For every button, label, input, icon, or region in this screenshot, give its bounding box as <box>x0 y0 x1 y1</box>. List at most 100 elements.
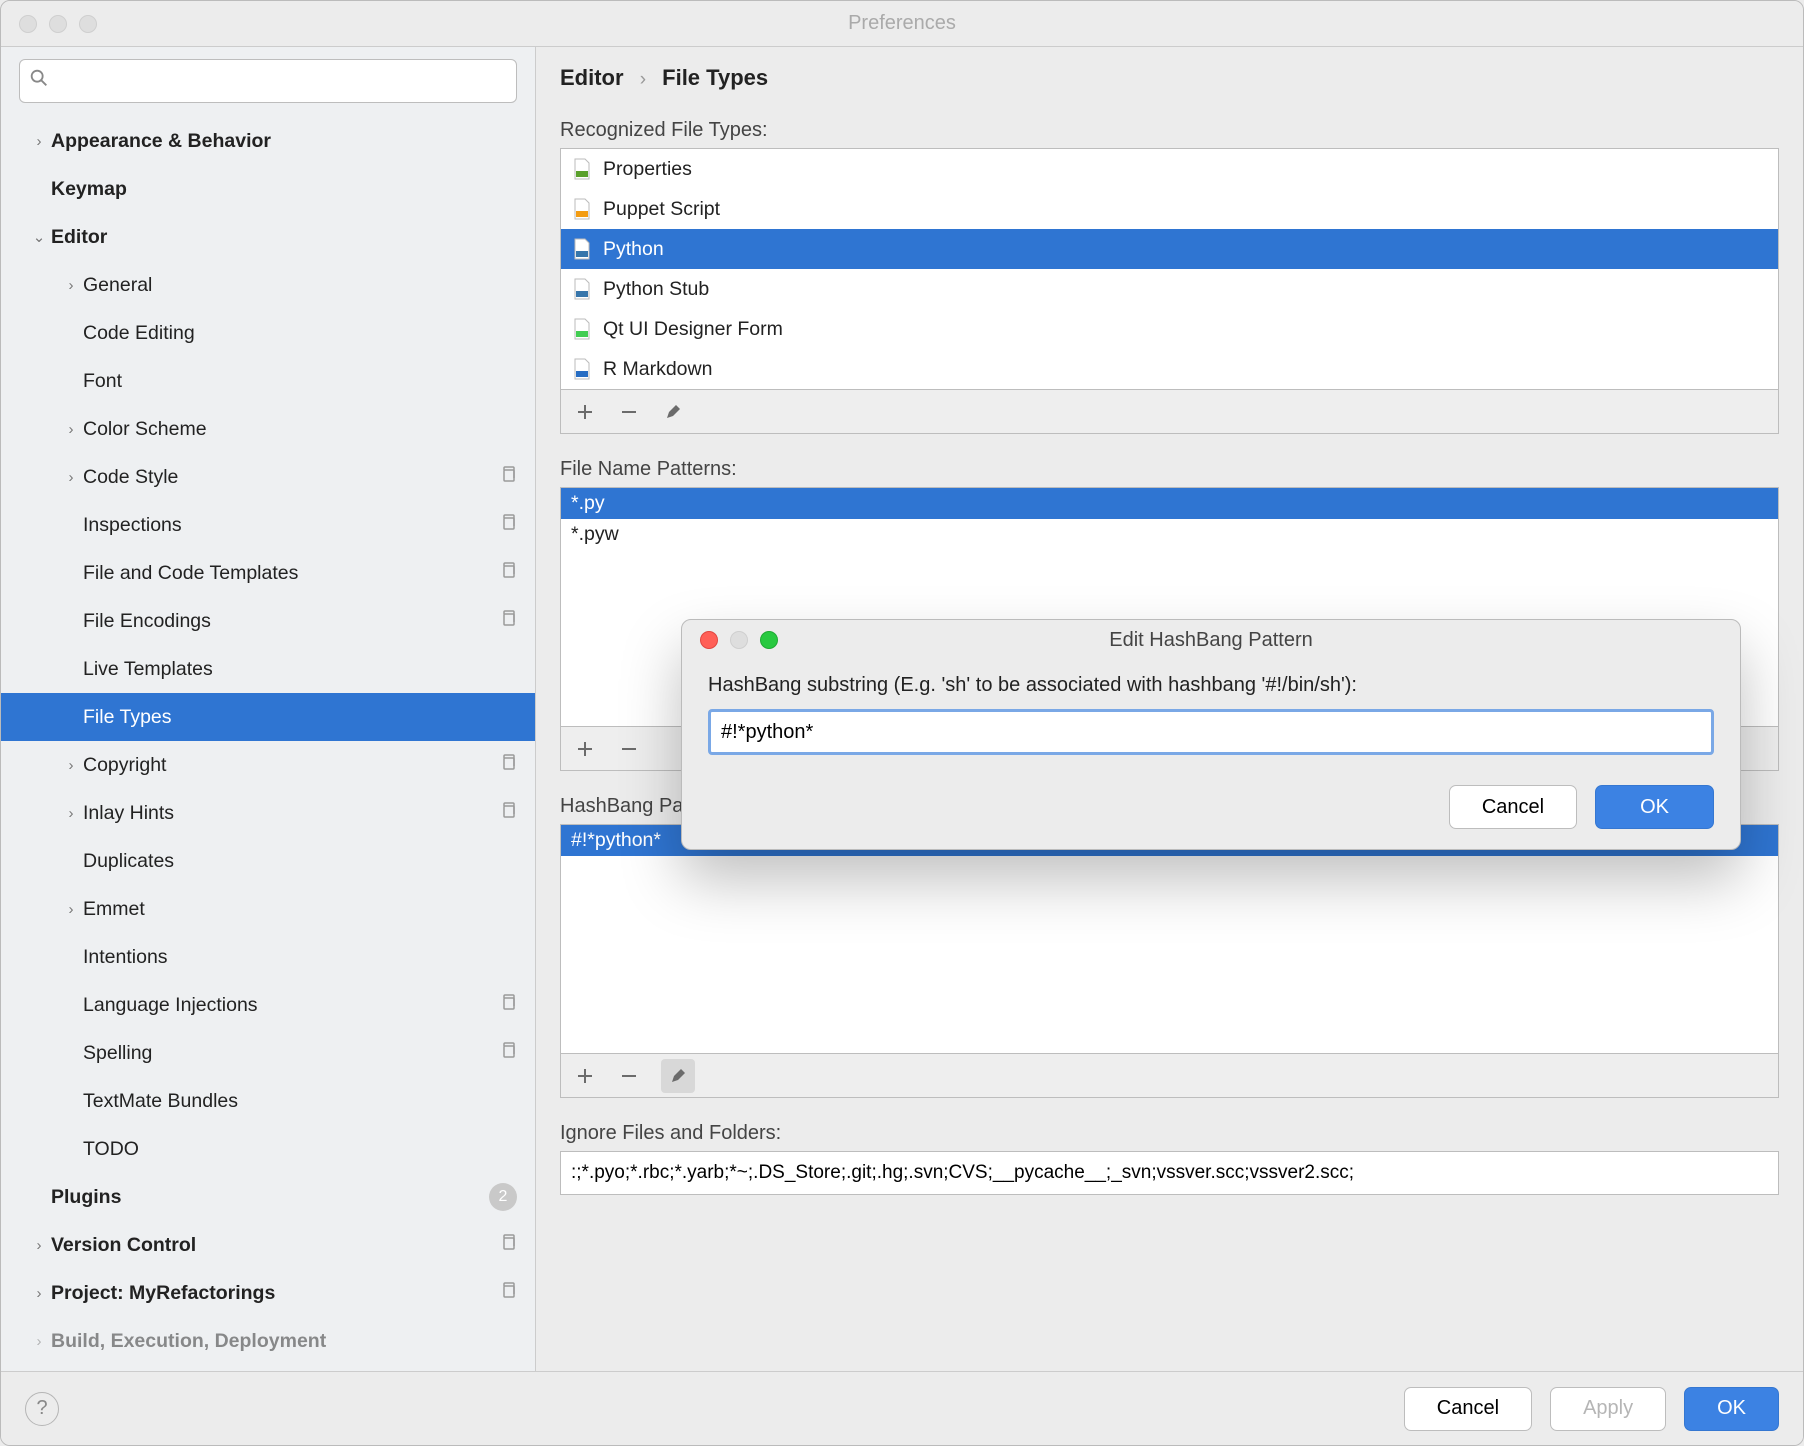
hashbang-patterns-list[interactable]: #!*python* <box>560 824 1779 1054</box>
copy-settings-icon[interactable] <box>499 1041 517 1065</box>
chevron-right-icon[interactable]: › <box>29 1285 49 1302</box>
remove-pattern-button[interactable] <box>617 737 641 761</box>
tree-item[interactable]: Live Templates <box>1 645 535 693</box>
list-item[interactable]: *.py <box>561 488 1778 519</box>
help-button[interactable]: ? <box>25 1392 59 1426</box>
tree-item[interactable]: ›Code Style <box>1 453 535 501</box>
python-icon <box>571 238 593 260</box>
chevron-right-icon[interactable]: › <box>29 133 49 150</box>
chevron-right-icon[interactable]: › <box>61 421 81 438</box>
tree-item[interactable]: File and Code Templates <box>1 549 535 597</box>
tree-item-label: TODO <box>83 1138 535 1161</box>
file-type-row[interactable]: Puppet Script <box>561 189 1778 229</box>
tree-item-label: File Encodings <box>83 610 499 633</box>
copy-settings-icon[interactable] <box>499 993 517 1017</box>
file-type-row[interactable]: Python Stub <box>561 269 1778 309</box>
tree-item-label: Copyright <box>83 754 499 777</box>
add-file-type-button[interactable] <box>573 400 597 424</box>
dialog-cancel-button[interactable]: Cancel <box>1449 785 1577 829</box>
tree-item[interactable]: File Encodings <box>1 597 535 645</box>
tree-item[interactable]: ›Inlay Hints <box>1 789 535 837</box>
tree-item[interactable]: Duplicates <box>1 837 535 885</box>
tree-item[interactable]: TextMate Bundles <box>1 1077 535 1125</box>
cancel-button[interactable]: Cancel <box>1404 1387 1532 1431</box>
tree-item[interactable]: File Types <box>1 693 535 741</box>
tree-item[interactable]: TODO <box>1 1125 535 1173</box>
tree-item-label: Duplicates <box>83 850 535 873</box>
copy-settings-icon[interactable] <box>499 801 517 825</box>
file-type-row[interactable]: Qt UI Designer Form <box>561 309 1778 349</box>
search-box[interactable] <box>19 59 517 103</box>
copy-settings-icon[interactable] <box>499 561 517 585</box>
chevron-right-icon[interactable]: › <box>29 1237 49 1254</box>
recognized-file-types-list[interactable]: PropertiesPuppet Script Python Python Stub… <box>560 148 1779 390</box>
tree-item[interactable]: Code Editing <box>1 309 535 357</box>
chevron-down-icon[interactable]: ⌄ <box>29 228 49 246</box>
recognized-file-types-label: Recognized File Types: <box>560 119 1779 142</box>
copy-settings-icon[interactable] <box>499 513 517 537</box>
tree-item-label: Font <box>83 370 535 393</box>
tree-item-label: Project: MyRefactorings <box>51 1282 499 1305</box>
copy-settings-icon[interactable] <box>499 465 517 489</box>
tree-item[interactable]: Language Injections <box>1 981 535 1029</box>
file-type-row[interactable]: Properties <box>561 149 1778 189</box>
tree-item[interactable]: Inspections <box>1 501 535 549</box>
tree-item[interactable]: ›Build, Execution, Deployment <box>1 1317 535 1365</box>
python-stub-icon <box>571 278 593 300</box>
tree-item-label: Build, Execution, Deployment <box>51 1330 535 1353</box>
copy-settings-icon[interactable] <box>499 753 517 777</box>
tree-item[interactable]: ›General <box>1 261 535 309</box>
tree-item[interactable]: Keymap <box>1 165 535 213</box>
chevron-right-icon[interactable]: › <box>61 277 81 294</box>
ignore-files-input[interactable] <box>560 1151 1779 1195</box>
copy-settings-icon[interactable] <box>499 609 517 633</box>
file-type-row[interactable]: R Markdown <box>561 349 1778 389</box>
add-pattern-button[interactable] <box>573 737 597 761</box>
file-type-row[interactable]: Python <box>561 229 1778 269</box>
chevron-right-icon[interactable]: › <box>61 757 81 774</box>
tree-item[interactable]: ›Version Control <box>1 1221 535 1269</box>
search-input[interactable] <box>56 70 508 92</box>
tree-item[interactable]: ›Appearance & Behavior <box>1 117 535 165</box>
properties-icon <box>571 158 593 180</box>
tree-item[interactable]: ⌄Editor <box>1 213 535 261</box>
chevron-right-icon[interactable]: › <box>61 805 81 822</box>
dialog-title: Edit HashBang Pattern <box>682 629 1740 652</box>
tree-item-label: Emmet <box>83 898 535 921</box>
edit-file-type-button[interactable] <box>661 400 685 424</box>
list-item[interactable]: *.pyw <box>561 519 1778 550</box>
tree-item[interactable]: ›Project: MyRefactorings <box>1 1269 535 1317</box>
tree-item-label: Editor <box>51 226 535 249</box>
dialog-ok-button[interactable]: OK <box>1595 785 1714 829</box>
tree-item-label: General <box>83 274 535 297</box>
updates-badge: 2 <box>489 1183 517 1211</box>
tree-item[interactable]: Font <box>1 357 535 405</box>
tree-item[interactable]: Intentions <box>1 933 535 981</box>
tree-item[interactable]: Spelling <box>1 1029 535 1077</box>
copy-settings-icon[interactable] <box>499 1281 517 1305</box>
breadcrumb-parent[interactable]: Editor <box>560 65 624 90</box>
dialog-footer: ? Cancel Apply OK <box>1 1371 1803 1445</box>
qt-icon <box>571 318 593 340</box>
file-type-label: Python <box>603 238 664 261</box>
chevron-right-icon[interactable]: › <box>29 1333 49 1350</box>
tree-item[interactable]: ›Copyright <box>1 741 535 789</box>
remove-file-type-button[interactable] <box>617 400 641 424</box>
tree-item[interactable]: ›Emmet <box>1 885 535 933</box>
hashbang-toolbar <box>560 1054 1779 1098</box>
titlebar: Preferences <box>1 1 1803 47</box>
remove-hashbang-button[interactable] <box>617 1064 641 1088</box>
apply-button[interactable]: Apply <box>1550 1387 1666 1431</box>
tree-item-label: File Types <box>83 706 535 729</box>
hashbang-substring-input[interactable] <box>708 709 1714 755</box>
file-name-patterns-label: File Name Patterns: <box>560 458 1779 481</box>
edit-hashbang-button[interactable] <box>661 1059 695 1093</box>
tree-item[interactable]: ›Color Scheme <box>1 405 535 453</box>
chevron-right-icon[interactable]: › <box>61 901 81 918</box>
ok-button[interactable]: OK <box>1684 1387 1779 1431</box>
tree-item[interactable]: Plugins2 <box>1 1173 535 1221</box>
add-hashbang-button[interactable] <box>573 1064 597 1088</box>
copy-settings-icon[interactable] <box>499 1233 517 1257</box>
settings-tree[interactable]: ›Appearance & BehaviorKeymap⌄Editor›Gene… <box>1 111 535 1371</box>
chevron-right-icon[interactable]: › <box>61 469 81 486</box>
